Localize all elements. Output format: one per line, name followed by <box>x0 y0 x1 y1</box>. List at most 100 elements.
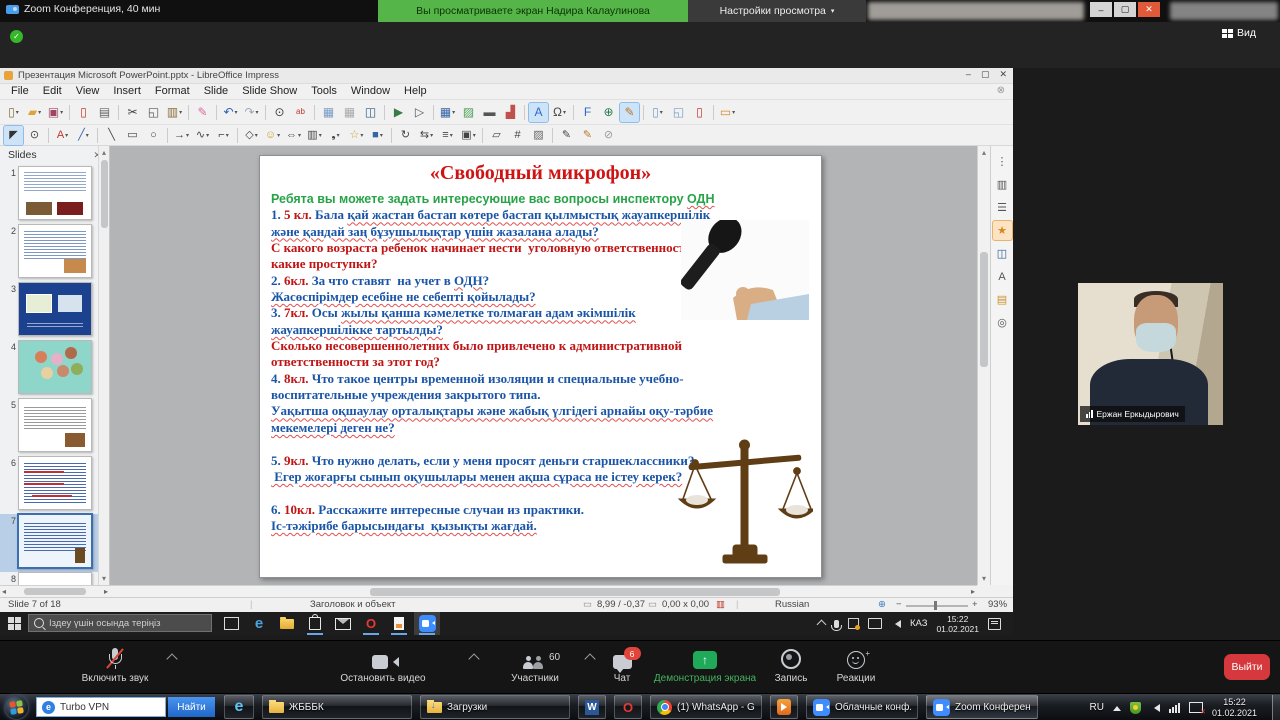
fit-slide-icon[interactable]: ⊕ <box>878 599 886 610</box>
arrange-icon[interactable]: ▣▾ <box>459 126 478 145</box>
fill-color-icon[interactable]: A▾ <box>53 126 72 145</box>
show-draw-icon[interactable]: ✎ <box>620 103 639 122</box>
antivirus-shield-icon[interactable] <box>1130 702 1141 714</box>
insert-media-icon[interactable]: ▬ <box>480 103 499 122</box>
select-icon[interactable]: ◤ <box>4 126 23 145</box>
minimize-button[interactable]: – <box>1090 2 1112 17</box>
block-arrows-icon[interactable]: ⇔▾ <box>284 126 303 145</box>
status-language[interactable]: Russian <box>775 599 809 610</box>
inner-language-indicator[interactable]: КАЗ <box>910 618 928 629</box>
animation-icon[interactable]: ★ <box>993 221 1012 240</box>
impress-maximize-button[interactable]: ▢ <box>981 69 990 80</box>
menu-help[interactable]: Help <box>397 85 434 97</box>
print-icon[interactable]: ▤ <box>95 103 114 122</box>
connector-icon[interactable]: ⌐▾ <box>214 126 233 145</box>
host-language-indicator[interactable]: RU <box>1090 702 1104 713</box>
action-center-icon[interactable] <box>988 618 1001 630</box>
shadow-icon[interactable]: ▱ <box>487 126 506 145</box>
edge-icon[interactable] <box>246 612 272 635</box>
properties-icon[interactable]: ▥ <box>993 175 1012 194</box>
turbo-vpn-search[interactable]: e Turbo VPN <box>36 697 166 717</box>
thumbnail-image[interactable] <box>18 224 92 278</box>
slide-thumbnail-5[interactable]: 5 <box>0 398 98 456</box>
slide-thumbnail-8[interactable]: 8 <box>0 572 98 585</box>
impress-minimize-button[interactable]: – <box>966 69 971 80</box>
zoom-meeting-button[interactable]: Zoom Конферен... <box>926 695 1038 719</box>
lines-arrows-icon[interactable]: →▾ <box>172 126 191 145</box>
align-icon[interactable]: ≡▾ <box>438 126 457 145</box>
tray-expand-icon[interactable] <box>1113 702 1121 711</box>
menu-slide[interactable]: Slide <box>197 85 235 97</box>
to-curve-icon[interactable]: ⊘ <box>599 126 618 145</box>
thumbnail-image[interactable] <box>18 398 92 452</box>
whatsapp-chrome-button[interactable]: (1) WhatsApp - G... <box>650 695 762 719</box>
speaker-video-tile[interactable]: Ержан Еркыдырович <box>1078 283 1223 425</box>
grid-icon[interactable]: ▦ <box>319 103 338 122</box>
scrollbar-thumb[interactable] <box>24 588 86 595</box>
insert-line-icon[interactable]: ╲ <box>102 126 121 145</box>
display-views-icon[interactable]: ◫ <box>361 103 380 122</box>
fontwork-icon[interactable]: F <box>578 103 597 122</box>
flip-icon[interactable]: ⇆▾ <box>417 126 436 145</box>
slide[interactable]: «Свободный микрофон» Ребята вы можете за… <box>259 155 822 578</box>
find-replace-icon[interactable]: ⊙ <box>270 103 289 122</box>
export-pdf-icon[interactable]: ▯ <box>74 103 93 122</box>
video-options-chevron[interactable] <box>468 653 479 664</box>
vertical-scrollbar[interactable]: ▴ ▾ <box>977 146 990 585</box>
callouts-icon[interactable]: ❟▾ <box>326 126 345 145</box>
ellipse-icon[interactable]: ○ <box>144 126 163 145</box>
tray-expand-icon[interactable] <box>816 620 826 630</box>
hyperlink-icon[interactable]: ⊕ <box>599 103 618 122</box>
basic-shapes-icon[interactable]: ◇▾ <box>242 126 261 145</box>
task-view-button[interactable] <box>218 612 244 635</box>
taskbar-folder-downloads[interactable]: Загрузки <box>420 695 570 719</box>
menu-tools[interactable]: Tools <box>304 85 344 97</box>
save-icon[interactable]: ▣▾ <box>46 103 65 122</box>
gallery-icon[interactable]: ▤ <box>993 290 1012 309</box>
menu-view[interactable]: View <box>69 85 107 97</box>
slide-thumbnail-2[interactable]: 2 <box>0 224 98 282</box>
new-icon[interactable]: ▯▾ <box>4 103 23 122</box>
stars-icon[interactable]: ☆▾ <box>347 126 366 145</box>
opera-button[interactable] <box>614 695 642 719</box>
menu-edit[interactable]: Edit <box>36 85 69 97</box>
internet-explorer-button[interactable]: e <box>224 695 254 719</box>
slide-thumbnail-1[interactable]: 1 <box>0 166 98 224</box>
master-slides-icon[interactable]: ◫ <box>993 244 1012 263</box>
undo-icon[interactable]: ↶▾ <box>221 103 240 122</box>
windows-start-orb[interactable] <box>4 695 29 720</box>
slide-thumbnail-6[interactable]: 6 <box>0 456 98 514</box>
duplicate-slide-icon[interactable]: ◱ <box>669 103 688 122</box>
slide-thumbnail-7[interactable]: 7 <box>0 514 98 572</box>
crop-icon[interactable]: # <box>508 126 527 145</box>
inner-clock[interactable]: 15:2201.02.2021 <box>936 614 979 634</box>
horizontal-scrollbar[interactable]: ▸ <box>110 585 977 597</box>
menu-window[interactable]: Window <box>344 85 397 97</box>
find-button[interactable]: Найти <box>168 697 215 717</box>
thumbnail-image[interactable] <box>18 282 92 336</box>
glue-points-icon[interactable]: ✎ <box>578 126 597 145</box>
volume-icon[interactable] <box>1150 704 1160 712</box>
cloud-meetings-button[interactable]: Облачные конф... <box>806 695 918 719</box>
styles-icon[interactable]: A <box>993 267 1012 286</box>
delete-slide-icon[interactable]: ▯ <box>690 103 709 122</box>
zoom-pan-icon[interactable]: ⊙ <box>25 126 44 145</box>
file-explorer-icon[interactable] <box>274 612 300 635</box>
curve-icon[interactable]: ∿▾ <box>193 126 212 145</box>
rotate-icon[interactable]: ↻ <box>396 126 415 145</box>
show-desktop-button[interactable] <box>1272 695 1280 720</box>
signal-bars-icon[interactable] <box>1169 703 1180 713</box>
zoom-app-icon[interactable] <box>414 612 440 635</box>
insert-chart-icon[interactable]: ▟ <box>501 103 520 122</box>
impress-taskbar-icon[interactable] <box>386 612 412 635</box>
zoom-in-control[interactable]: + <box>972 599 978 610</box>
store-icon[interactable] <box>302 612 328 635</box>
filter-icon[interactable]: ▨ <box>529 126 548 145</box>
zoom-slider-handle[interactable] <box>934 601 937 610</box>
panel-horizontal-scrollbar[interactable]: ◂▸ <box>0 585 110 597</box>
thumbnail-image[interactable] <box>17 513 93 569</box>
menu-file[interactable]: File <box>4 85 36 97</box>
scrollbar-thumb[interactable] <box>980 252 988 367</box>
view-button[interactable]: Вид <box>1222 27 1256 39</box>
zoom-out-control[interactable]: − <box>896 599 902 610</box>
